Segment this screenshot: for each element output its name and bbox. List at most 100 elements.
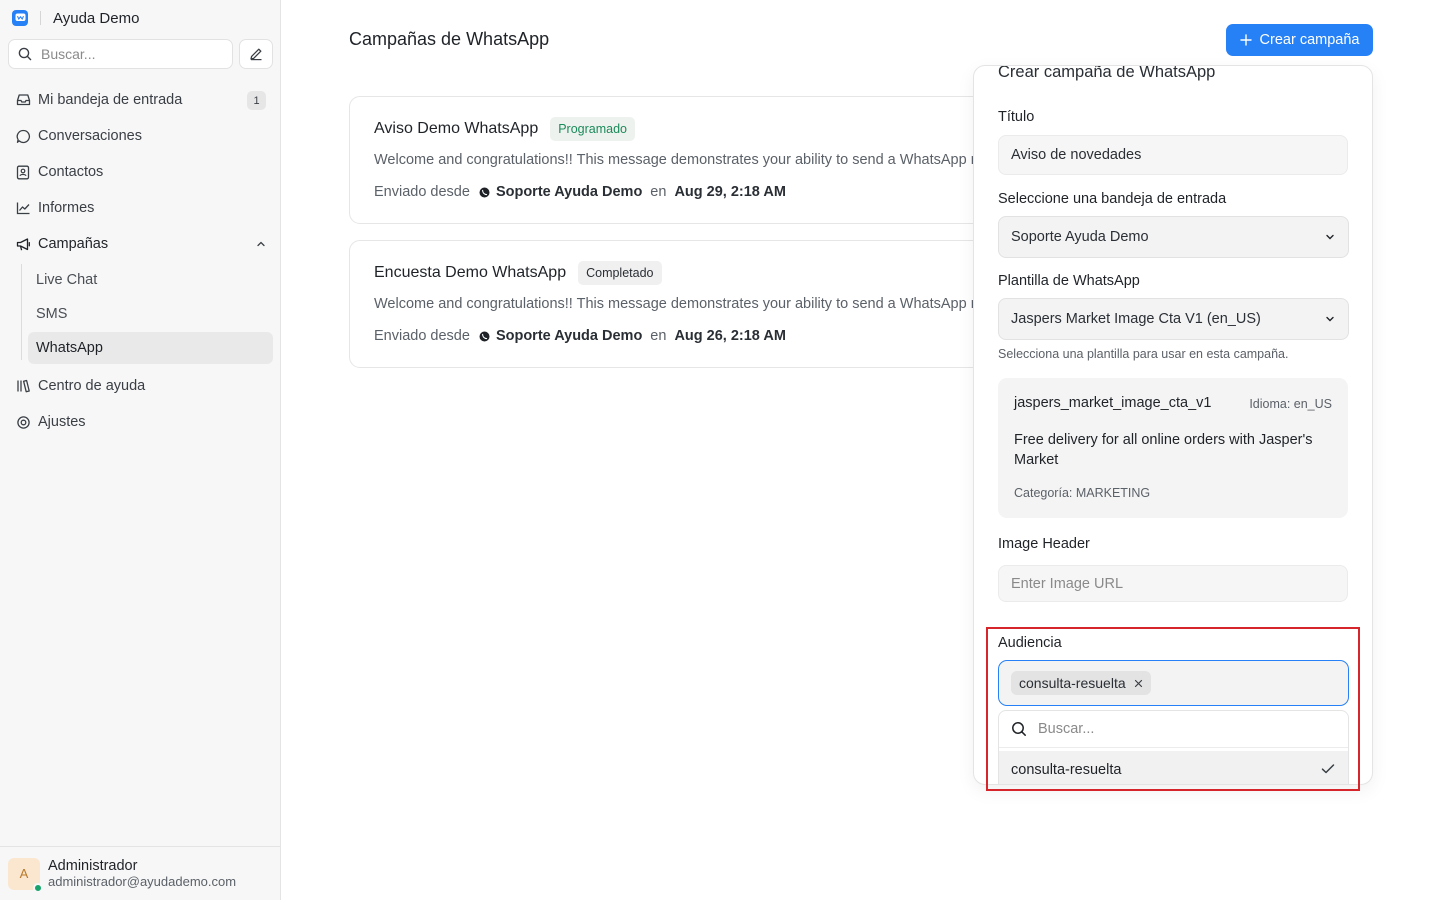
chevron-up-icon[interactable] bbox=[256, 237, 266, 253]
sidebar-item-label: Ajustes bbox=[38, 414, 86, 430]
audience-search-input[interactable]: Buscar... bbox=[999, 711, 1348, 748]
image-header-label: Image Header bbox=[998, 536, 1090, 552]
campaigns-subnav: Live Chat SMS WhatsApp bbox=[20, 264, 273, 364]
library-books-icon bbox=[15, 378, 31, 394]
whatsapp-icon bbox=[479, 187, 490, 198]
sidebar-item-inbox[interactable]: Mi bandeja de entrada 1 bbox=[8, 82, 273, 118]
plus-icon bbox=[1239, 34, 1252, 46]
sidebar-item-label: Campañas bbox=[38, 236, 109, 252]
status-badge: Completado bbox=[578, 261, 662, 285]
sidebar-item-help-center[interactable]: Centro de ayuda bbox=[8, 368, 273, 404]
template-body: Free delivery for all online orders with… bbox=[1014, 432, 1313, 468]
avatar-initial: A bbox=[19, 866, 29, 881]
inbox-icon bbox=[15, 92, 31, 108]
pencil-icon bbox=[250, 48, 262, 61]
create-campaign-label: Crear campaña bbox=[1259, 32, 1360, 48]
audience-label: Audiencia bbox=[998, 635, 1062, 651]
user-profile-menu[interactable]: A Administrador administrador@ayudademo.… bbox=[0, 846, 280, 900]
page-title: Campañas de WhatsApp bbox=[349, 29, 550, 49]
sidebar-search-input[interactable]: Buscar... bbox=[8, 39, 233, 69]
campaign-date: Aug 29, 2:18 AM bbox=[674, 184, 786, 200]
sidebar-subitem-live-chat[interactable]: Live Chat bbox=[28, 264, 273, 296]
sent-from-label: Enviado desde bbox=[374, 184, 470, 200]
campaign-header: Aviso Demo WhatsApp Programado bbox=[374, 117, 636, 141]
sidebar-item-settings[interactable]: Ajustes bbox=[8, 404, 273, 440]
audience-multiselect[interactable]: consulta-resuelta bbox=[998, 660, 1349, 706]
audience-search-placeholder: Buscar... bbox=[1038, 721, 1095, 737]
close-icon[interactable] bbox=[1134, 679, 1143, 688]
sidebar: Ayuda Demo Buscar... Mi bandeja de entra… bbox=[0, 0, 281, 900]
campaign-header: Encuesta Demo WhatsApp Completado bbox=[374, 261, 662, 285]
sidebar-item-label: Contactos bbox=[38, 164, 104, 180]
template-help-text: Selecciona una plantilla para usar en es… bbox=[998, 347, 1289, 361]
line-chart-icon bbox=[15, 200, 31, 216]
online-status-indicator bbox=[33, 882, 43, 893]
template-category: Categoría: MARKETING bbox=[1014, 486, 1151, 500]
compose-button[interactable] bbox=[239, 39, 273, 69]
sidebar-item-label: Centro de ayuda bbox=[38, 378, 146, 394]
audience-tag-label: consulta-resuelta bbox=[1019, 675, 1126, 691]
campaign-title: Encuesta Demo WhatsApp bbox=[374, 264, 567, 281]
panel-title: Crear campaña de WhatsApp bbox=[998, 65, 1216, 81]
audience-dropdown: Buscar... consulta-resuelta bbox=[998, 710, 1349, 784]
create-campaign-panel: Crear campaña de WhatsApp Título Aviso d… bbox=[973, 65, 1373, 785]
campaign-message: Welcome and congratulations!! This messa… bbox=[374, 296, 1008, 312]
sidebar-nav: Mi bandeja de entrada 1 Conversaciones C… bbox=[8, 82, 273, 440]
chevron-down-icon bbox=[1324, 313, 1336, 329]
sidebar-item-label: Informes bbox=[38, 200, 95, 216]
search-icon bbox=[1012, 722, 1026, 736]
sidebar-item-conversations[interactable]: Conversaciones bbox=[8, 118, 273, 154]
template-select-value: Jaspers Market Image Cta V1 (en_US) bbox=[1011, 311, 1261, 327]
campaign-inbox: Soporte Ayuda Demo bbox=[495, 328, 643, 344]
brand-divider bbox=[40, 11, 41, 25]
brand: Ayuda Demo bbox=[12, 8, 139, 28]
create-campaign-button[interactable]: Crear campaña bbox=[1226, 24, 1373, 56]
audience-option-label: consulta-resuelta bbox=[1011, 762, 1122, 778]
template-preview: jaspers_market_image_cta_v1 Idioma: en_U… bbox=[998, 378, 1348, 518]
search-icon bbox=[18, 47, 32, 61]
campaign-meta: Enviado desde Soporte Ayuda Demo en Aug … bbox=[374, 328, 786, 344]
sidebar-item-campaigns[interactable]: Campañas bbox=[8, 226, 273, 262]
on-label: en bbox=[650, 184, 667, 200]
campaign-inbox: Soporte Ayuda Demo bbox=[495, 184, 643, 200]
checkmark-icon bbox=[1321, 763, 1335, 779]
sidebar-item-contacts[interactable]: Contactos bbox=[8, 154, 273, 190]
whatsapp-icon bbox=[479, 331, 490, 342]
unread-count-badge: 1 bbox=[247, 91, 266, 110]
sidebar-subitem-whatsapp[interactable]: WhatsApp bbox=[28, 332, 273, 364]
user-name: Administrador bbox=[48, 857, 138, 874]
audience-tag: consulta-resuelta bbox=[1011, 671, 1151, 695]
megaphone-icon bbox=[15, 236, 31, 252]
image-url-input[interactable]: Enter Image URL bbox=[998, 565, 1348, 602]
campaign-card[interactable]: Aviso Demo WhatsApp Programado Welcome a… bbox=[349, 96, 1009, 224]
sidebar-item-reports[interactable]: Informes bbox=[8, 190, 273, 226]
settings-gear-icon bbox=[15, 414, 31, 430]
title-input-value: Aviso de novedades bbox=[1011, 147, 1142, 163]
template-name: jaspers_market_image_cta_v1 bbox=[1014, 395, 1212, 411]
sidebar-item-label: Conversaciones bbox=[38, 128, 142, 144]
chevron-down-icon bbox=[1324, 231, 1336, 247]
user-info: Administrador administrador@ayudademo.co… bbox=[48, 858, 236, 890]
campaign-title: Aviso Demo WhatsApp bbox=[374, 120, 539, 137]
avatar: A bbox=[8, 857, 43, 893]
campaign-date: Aug 26, 2:18 AM bbox=[674, 328, 786, 344]
template-label: Plantilla de WhatsApp bbox=[998, 273, 1140, 289]
image-url-placeholder: Enter Image URL bbox=[1011, 575, 1124, 592]
brand-name: Ayuda Demo bbox=[53, 9, 140, 27]
status-badge: Programado bbox=[550, 117, 636, 141]
inbox-select-value: Soporte Ayuda Demo bbox=[1011, 229, 1149, 245]
inbox-select[interactable]: Soporte Ayuda Demo bbox=[998, 216, 1349, 258]
on-label: en bbox=[650, 328, 667, 344]
brand-logo-icon[interactable] bbox=[12, 10, 28, 26]
title-input[interactable]: Aviso de novedades bbox=[998, 135, 1348, 175]
campaign-message: Welcome and congratulations!! This messa… bbox=[374, 152, 1008, 168]
search-placeholder: Buscar... bbox=[41, 46, 96, 62]
sidebar-subitem-sms[interactable]: SMS bbox=[28, 298, 273, 330]
campaign-card[interactable]: Encuesta Demo WhatsApp Completado Welcom… bbox=[349, 240, 1009, 368]
user-email: administrador@ayudademo.com bbox=[48, 873, 237, 889]
sidebar-item-label: Mi bandeja de entrada bbox=[38, 92, 183, 108]
template-select[interactable]: Jaspers Market Image Cta V1 (en_US) bbox=[998, 298, 1349, 340]
title-label: Título bbox=[998, 109, 1035, 125]
contacts-book-icon bbox=[15, 164, 31, 180]
audience-option[interactable]: consulta-resuelta bbox=[999, 751, 1348, 784]
